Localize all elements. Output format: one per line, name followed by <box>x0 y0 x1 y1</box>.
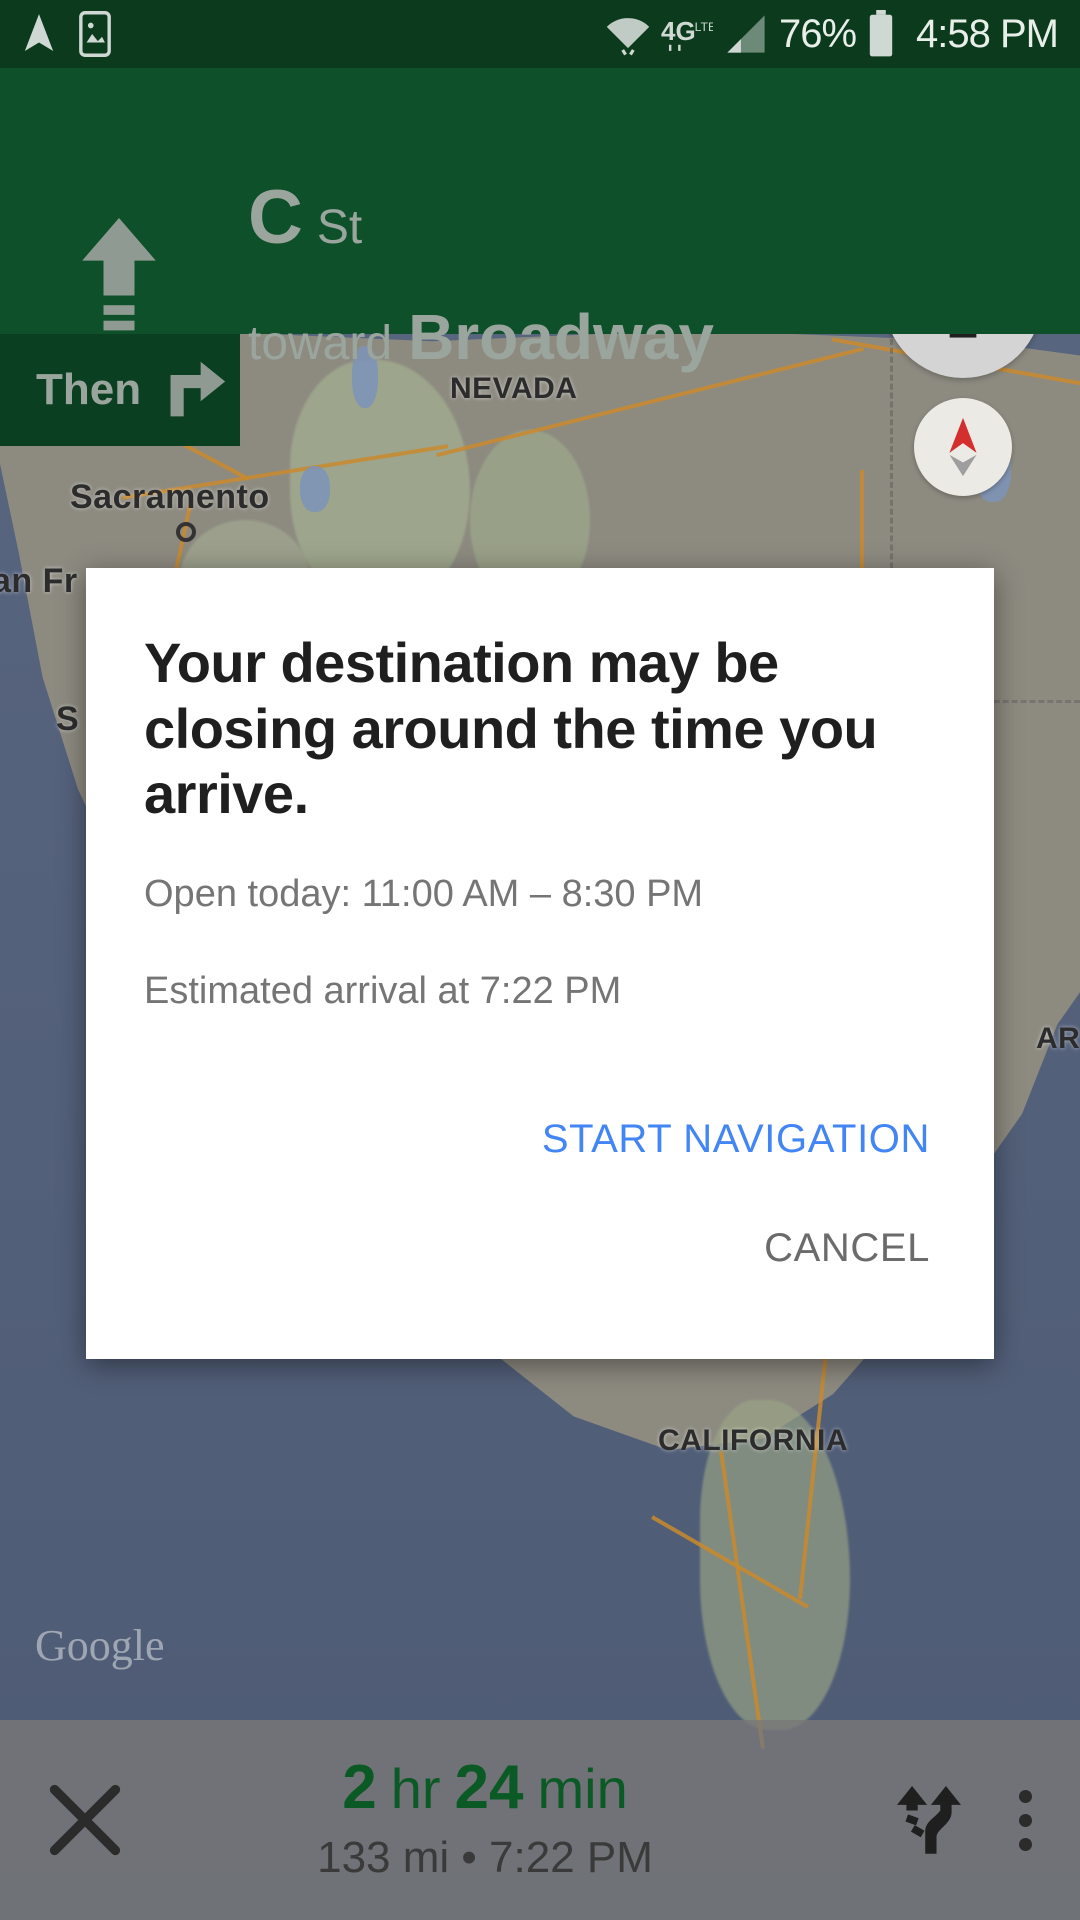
dialog-open-hours: Open today: 11:00 AM – 8:30 PM <box>144 872 704 915</box>
app-screen: NEVADA Sacramento an Fr S AR CALIFORNIA … <box>0 0 1080 1920</box>
dialog-title: Your destination may be closing around t… <box>144 631 878 826</box>
cancel-button[interactable]: CANCEL <box>144 1208 936 1289</box>
destination-closing-dialog: Your destination may be closing around t… <box>86 568 994 1359</box>
dialog-estimated-arrival: Estimated arrival at 7:22 PM <box>144 969 622 1012</box>
dialog-actions: START NAVIGATION CANCEL <box>144 1099 936 1359</box>
start-navigation-button[interactable]: START NAVIGATION <box>144 1099 936 1180</box>
